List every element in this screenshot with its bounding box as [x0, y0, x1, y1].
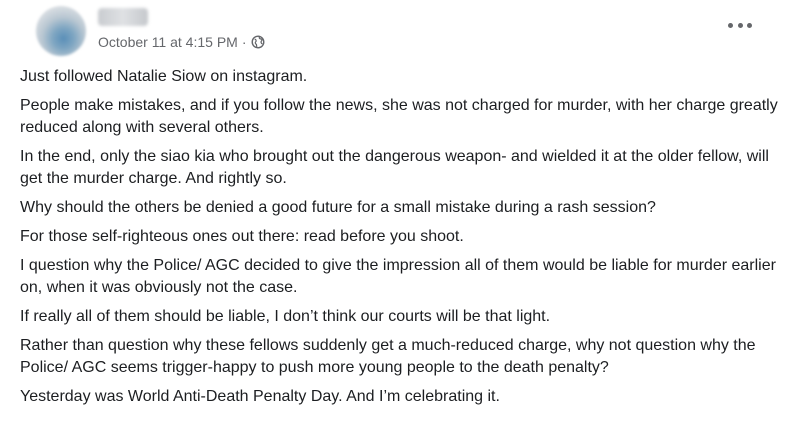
post-paragraph: I question why the Police/ AGC decided t… [20, 257, 776, 296]
post-paragraph: Just followed Natalie Siow on instagram. [20, 68, 308, 85]
post-paragraph: Why should the others be denied a good f… [20, 199, 656, 216]
dot-icon [737, 22, 743, 28]
facebook-post: October 11 at 4:15 PM · Just followed Na… [0, 0, 800, 441]
post-paragraph: Yesterday was World Anti-Death Penalty D… [20, 388, 500, 405]
post-paragraph: If really all of them should be liable, … [20, 308, 551, 325]
post-paragraph: People make mistakes, and if you follow … [20, 97, 778, 136]
post-timestamp[interactable]: October 11 at 4:15 PM [98, 34, 238, 50]
avatar[interactable] [36, 6, 86, 56]
dot-icon [747, 22, 752, 28]
author-name-redacted[interactable] [98, 8, 148, 26]
dot-icon [728, 22, 733, 28]
post-paragraph: Rather than question why these fellows s… [20, 337, 756, 376]
meta-separator: · [241, 34, 247, 50]
globe-icon[interactable] [251, 35, 265, 49]
post-meta: October 11 at 4:15 PM · [98, 34, 265, 50]
post-header: October 11 at 4:15 PM · [20, 0, 780, 62]
post-paragraph: For those self-righteous ones out there:… [20, 228, 464, 245]
post-paragraph: In the end, only the siao kia who brough… [20, 148, 769, 187]
post-body: Just followed Natalie Siow on instagram.… [20, 66, 790, 415]
more-options-icon[interactable] [728, 18, 752, 32]
